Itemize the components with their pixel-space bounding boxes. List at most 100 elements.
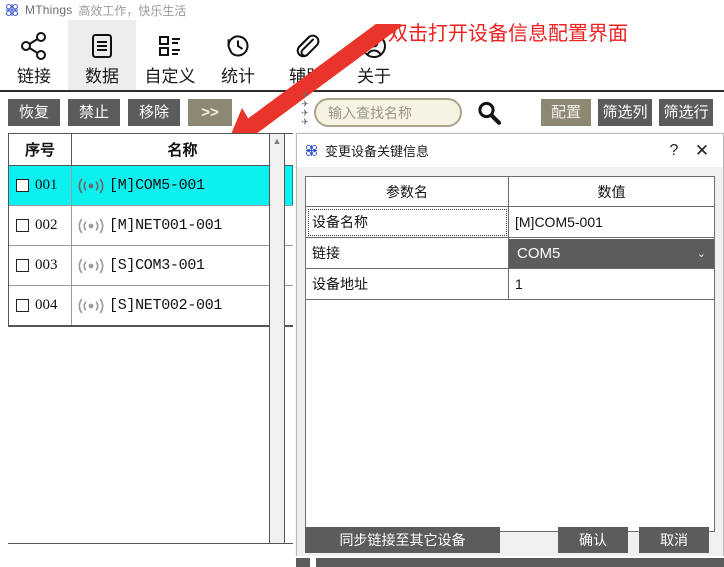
close-icon[interactable]: ✕ (687, 141, 717, 161)
row-seq-cell: 001 (9, 166, 72, 205)
list-blocks-icon (154, 26, 186, 66)
dialog-empty-area (305, 300, 715, 532)
row-seq: 001 (35, 177, 58, 193)
dialog-body: 参数名 数值 设备名称 [M]COM5-001 链接 COM5 ⌄ 设备地址 1 (297, 167, 723, 300)
column-header-label: 序号 (24, 142, 55, 159)
paperclip-icon (290, 26, 322, 66)
disable-button[interactable]: 禁止 (68, 99, 120, 126)
signal-waves-icon (78, 218, 104, 233)
row-name-cell: [M]NET001-001 (72, 206, 293, 245)
cancel-button[interactable]: 取消 (639, 527, 709, 553)
app-window: MThings 高效工作，快乐生活 链接 数据 自定义 统计 辅助 关于 双击打… (0, 0, 724, 567)
table-row[interactable]: 004 [S]NET002-001 (9, 286, 293, 326)
row-seq: 003 (35, 257, 58, 273)
param-value-header: 数值 (508, 176, 715, 207)
row-name-cell: [S]COM3-001 (72, 246, 293, 285)
ribbon-label: 数据 (85, 67, 119, 86)
view-option-buttons: 配置 筛选列 筛选行 (541, 99, 713, 126)
device-list-body: 001 [M]COM5-001 002 [M]NET001-001 003 [S… (8, 166, 293, 327)
dialog-title: 变更设备关键信息 (325, 144, 430, 159)
ribbon-label: 统计 (221, 67, 255, 86)
link-combobox-value: COM5 (517, 244, 561, 262)
row-seq: 004 (35, 297, 58, 313)
expand-button[interactable]: >> (188, 99, 232, 126)
annotation-text: 双击打开设备信息配置界面 (388, 23, 628, 45)
row-seq-cell: 003 (9, 246, 72, 285)
param-value-device-address[interactable]: 1 (508, 268, 715, 300)
ribbon-label: 辅助 (289, 67, 323, 86)
search-input[interactable] (314, 98, 462, 127)
row-seq-cell: 004 (9, 286, 72, 325)
row-device-name: [S]COM3-001 (109, 257, 205, 274)
device-key-info-dialog: 变更设备关键信息 ? ✕ 参数名 数值 设备名称 [M]COM5-001 链接 (296, 133, 724, 563)
mthings-logo-icon (6, 4, 18, 16)
row-checkbox[interactable] (16, 299, 29, 312)
splitter-grip-icon[interactable]: ✈ ✈ ✈ ✈ (299, 88, 311, 130)
parameter-table-header: 参数名 数值 (305, 176, 715, 207)
ribbon-item-stats[interactable]: 统计 (204, 20, 272, 92)
user-circle-icon (358, 26, 390, 66)
ribbon-item-assist[interactable]: 辅助 (272, 20, 340, 92)
parameter-table: 参数名 数值 设备名称 [M]COM5-001 链接 COM5 ⌄ 设备地址 1 (305, 176, 715, 300)
ribbon-label: 关于 (357, 67, 391, 86)
device-list-scrollbar[interactable]: ▲ (269, 133, 285, 543)
signal-waves-icon (78, 298, 104, 313)
param-name-device-address: 设备地址 (305, 268, 509, 300)
mthings-logo-icon (305, 144, 318, 157)
row-checkbox[interactable] (16, 219, 29, 232)
restore-button[interactable]: 恢复 (8, 99, 60, 126)
param-name-link: 链接 (305, 237, 509, 269)
confirm-button[interactable]: 确认 (558, 527, 628, 553)
param-value-device-name[interactable]: [M]COM5-001 (508, 206, 715, 238)
table-row[interactable]: 001 [M]COM5-001 (9, 166, 293, 206)
list-bottom-border (8, 543, 293, 544)
dialog-title-bar[interactable]: 变更设备关键信息 ? ✕ (297, 134, 723, 167)
chevron-up-icon[interactable]: ▲ (270, 134, 284, 148)
column-header-name: 名称 (72, 134, 293, 165)
clock-history-icon (222, 26, 254, 66)
ribbon-item-data[interactable]: 数据 (68, 20, 136, 92)
configure-button[interactable]: 配置 (541, 99, 591, 126)
ribbon-label: 链接 (17, 67, 51, 86)
ribbon-item-link[interactable]: 链接 (0, 20, 68, 92)
remove-button[interactable]: 移除 (128, 99, 180, 126)
row-device-name: [S]NET002-001 (109, 297, 223, 314)
row-device-name: [M]NET001-001 (109, 217, 223, 234)
search-box (314, 98, 462, 127)
device-list-header: 序号 名称 (8, 133, 293, 166)
table-row[interactable]: 003 [S]COM3-001 (9, 246, 293, 286)
bottom-strip-button[interactable] (296, 558, 310, 567)
table-row[interactable]: 链接 COM5 ⌄ (305, 237, 715, 269)
row-checkbox[interactable] (16, 259, 29, 272)
link-combobox[interactable]: COM5 ⌄ (509, 238, 714, 268)
row-checkbox[interactable] (16, 179, 29, 192)
table-row[interactable]: 设备地址 1 (305, 268, 715, 300)
ribbon-item-custom[interactable]: 自定义 (136, 20, 204, 92)
signal-waves-icon (78, 178, 104, 193)
sync-link-button[interactable]: 同步链接至其它设备 (305, 527, 500, 553)
signal-waves-icon (78, 258, 104, 273)
param-value-link-cell[interactable]: COM5 ⌄ (508, 237, 715, 269)
chevron-down-icon[interactable]: ⌄ (697, 247, 706, 260)
table-row[interactable]: 002 [M]NET001-001 (9, 206, 293, 246)
row-seq-cell: 002 (9, 206, 72, 245)
filter-columns-button[interactable]: 筛选列 (598, 99, 652, 126)
splitter-arrow: ✈ (301, 117, 309, 127)
search-icon[interactable] (474, 99, 504, 132)
question-mark-icon[interactable]: ? (661, 142, 687, 160)
brand-slogan: 高效工作，快乐生活 (78, 3, 187, 18)
row-name-cell: [M]COM5-001 (72, 166, 293, 205)
list-action-buttons: 恢复 禁止 移除 >> (8, 99, 232, 126)
ribbon-label: 自定义 (144, 67, 196, 86)
row-device-name: [M]COM5-001 (109, 177, 205, 194)
brand-name: MThings (25, 3, 73, 17)
filter-rows-button[interactable]: 筛选行 (659, 99, 713, 126)
row-seq: 002 (35, 217, 58, 233)
dialog-footer: 同步链接至其它设备 确认 取消 (297, 527, 724, 553)
document-lines-icon (86, 26, 118, 66)
param-name-header: 参数名 (305, 176, 509, 207)
share-nodes-icon (18, 26, 50, 66)
table-row[interactable]: 设备名称 [M]COM5-001 (305, 206, 715, 238)
bottom-strip-bar[interactable] (316, 558, 724, 567)
column-header-seq: 序号 (9, 134, 72, 165)
